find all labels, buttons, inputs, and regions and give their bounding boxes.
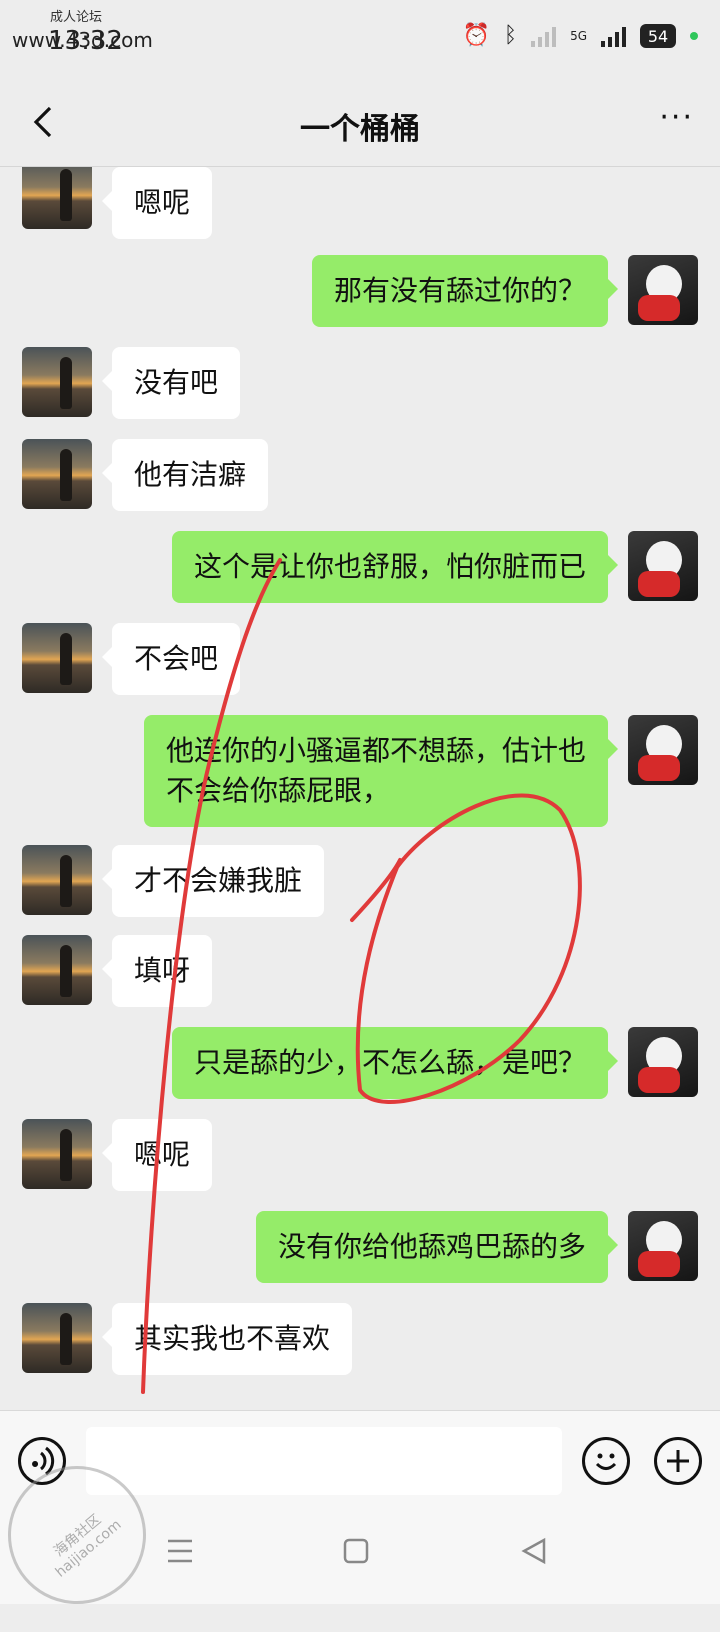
- status-bar: 成人论坛 13:32 www.43d.com ⏰ ᛒ 5G 54: [0, 0, 720, 80]
- avatar[interactable]: [22, 935, 92, 1005]
- avatar[interactable]: [22, 845, 92, 915]
- status-icons: ⏰ ᛒ 5G 54: [462, 24, 698, 48]
- message-bubble[interactable]: 那有没有舔过你的？: [311, 255, 619, 327]
- chat-message-list[interactable]: 嗯呢 那有没有舔过你的？ 没有吧 他有洁癖 这个是让你也舒服，怕你脏而已 不会吧…: [0, 167, 720, 1410]
- battery-icon: 54: [640, 24, 676, 48]
- message-bubble[interactable]: 这个是让你也舒服，怕你脏而已: [171, 531, 619, 603]
- message-bubble[interactable]: 才不会嫌我脏: [101, 845, 325, 917]
- avatar[interactable]: [22, 623, 92, 693]
- bluetooth-icon: ᛒ: [503, 23, 518, 48]
- chat-title: 一个桶桶: [300, 112, 420, 147]
- message-bubble[interactable]: 嗯呢: [101, 1119, 213, 1191]
- signal-1-icon: [531, 25, 557, 47]
- message-bubble[interactable]: 没有你给他舔鸡巴舔的多: [255, 1211, 619, 1283]
- avatar[interactable]: [628, 1027, 698, 1097]
- message-bubble[interactable]: 嗯呢: [101, 167, 213, 239]
- message-input[interactable]: [86, 1427, 562, 1495]
- avatar[interactable]: [22, 439, 92, 509]
- avatar[interactable]: [628, 1211, 698, 1281]
- avatar[interactable]: [22, 347, 92, 417]
- avatar[interactable]: [22, 167, 92, 229]
- message-bubble[interactable]: 填呀: [101, 935, 213, 1007]
- network-type: 5G: [570, 29, 587, 43]
- message-bubble[interactable]: 只是舔的少，不怎么舔，是吧？: [171, 1027, 619, 1099]
- plus-icon[interactable]: [654, 1437, 702, 1485]
- chat-header: 一个桶桶 ···: [0, 80, 720, 167]
- home-icon[interactable]: [342, 1534, 370, 1575]
- menu-icon[interactable]: [166, 1534, 194, 1575]
- message-bubble[interactable]: 其实我也不喜欢: [101, 1303, 353, 1375]
- stamp-text: 海角社区 haijiao.com: [51, 1511, 125, 1581]
- more-options-button[interactable]: ···: [659, 100, 694, 135]
- privacy-dot-icon: [690, 32, 698, 40]
- watermark-site: www.43d.com: [12, 28, 153, 52]
- message-bubble[interactable]: 不会吧: [101, 623, 241, 695]
- avatar[interactable]: [628, 255, 698, 325]
- avatar[interactable]: [22, 1119, 92, 1189]
- emoji-icon[interactable]: [582, 1437, 630, 1485]
- message-bubble[interactable]: 他连你的小骚逼都不想舔，估计也 不会给你舔屁眼，: [143, 715, 619, 827]
- avatar[interactable]: [628, 715, 698, 785]
- message-bubble[interactable]: 没有吧: [101, 347, 241, 419]
- watermark-text: 成人论坛: [50, 10, 103, 25]
- signal-2-icon: [601, 25, 626, 47]
- avatar[interactable]: [22, 1303, 92, 1373]
- alarm-icon: ⏰: [462, 23, 490, 48]
- message-bubble[interactable]: 他有洁癖: [101, 439, 269, 511]
- back-triangle-icon[interactable]: [520, 1534, 548, 1575]
- avatar[interactable]: [628, 531, 698, 601]
